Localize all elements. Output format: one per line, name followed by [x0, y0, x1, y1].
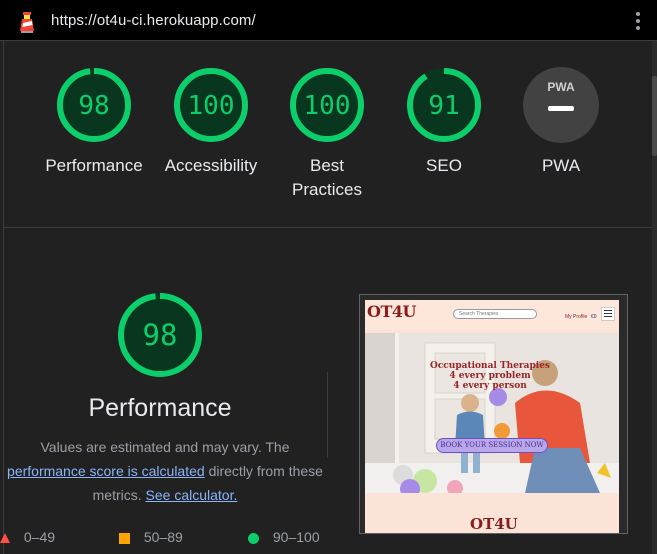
note-text: metrics.: [92, 487, 142, 503]
performance-score: 98: [143, 318, 178, 352]
gauge-label: PWA: [541, 156, 581, 175]
accessibility-gauge: 100: [174, 68, 248, 142]
gauge-label: SEO: [426, 156, 462, 175]
legend-pass: 90–100: [248, 529, 320, 545]
gauge-score: 91: [428, 91, 459, 121]
gauge-label: Best Practices: [272, 154, 382, 202]
site-search-input: Search Therapies: [453, 309, 537, 319]
more-options-icon[interactable]: [634, 12, 642, 32]
gauge-best-practices[interactable]: 100 Best Practices: [272, 65, 382, 202]
scrollbar[interactable]: [652, 41, 657, 554]
note-text: Values are estimated and may vary. The: [40, 439, 290, 455]
gauge-seo[interactable]: 91 SEO: [389, 65, 499, 178]
site-hero: Occupational Therapies 4 every problem 4…: [365, 333, 619, 493]
lighthouse-icon: [20, 12, 34, 33]
pwa-badge-icon: PWA: [523, 67, 599, 143]
gauge-accessibility[interactable]: 100 Accessibility: [156, 65, 266, 178]
legend-label: 90–100: [272, 529, 320, 545]
site-cart: €0: [591, 314, 597, 320]
gauge-score: 100: [304, 91, 351, 121]
site-menu-icon: [601, 307, 615, 321]
gauge-label-line2: Practices: [292, 180, 362, 199]
site-header: OT4U Search Therapies My Profile €0: [365, 300, 619, 330]
gauge-score: 100: [188, 91, 235, 121]
fail-triangle-icon: [0, 533, 10, 544]
performance-title: Performance: [88, 394, 232, 422]
book-session-button: BOOK YOUR SESSION NOW: [436, 438, 548, 453]
hero-line: 4 every person: [453, 381, 527, 391]
section-divider: [4, 227, 652, 228]
gauge-label-line1: Best: [309, 156, 345, 175]
legend-average: 50–89: [119, 529, 183, 545]
vertical-divider: [327, 372, 328, 458]
gauge-performance[interactable]: 98 Performance: [39, 65, 149, 178]
gauge-label: Accessibility: [164, 156, 258, 175]
best-practices-gauge: 100: [290, 68, 364, 142]
hero-heading: Occupational Therapies 4 every problem 4…: [425, 361, 555, 391]
hero-photo: [365, 333, 619, 493]
performance-big-gauge: 98: [115, 290, 205, 385]
final-screenshot[interactable]: OT4U Search Therapies My Profile €0 Occu…: [359, 294, 628, 534]
legend-fail: 0–49: [0, 529, 55, 545]
site-footer-logo: OT4U: [470, 515, 518, 533]
legend-label: 50–89: [143, 529, 183, 545]
address-bar: https://ot4u-ci.herokuapp.com/: [0, 0, 657, 41]
gauge-score: 98: [78, 91, 109, 121]
seo-gauge: 91: [407, 68, 481, 142]
average-square-icon: [119, 532, 130, 544]
score-calculated-link[interactable]: performance score is calculated: [7, 463, 205, 479]
gauge-label: Performance: [45, 156, 143, 175]
legend-label: 0–49: [23, 529, 56, 545]
pass-circle-icon: [248, 532, 259, 544]
score-summary: 98 Performance 100 Accessibility 100 Bes…: [0, 41, 652, 227]
site-preview: OT4U Search Therapies My Profile €0 Occu…: [365, 300, 619, 533]
note-text: directly from these: [208, 463, 323, 479]
see-calculator-link[interactable]: See calculator.: [146, 487, 238, 503]
hero-line: Occupational Therapies: [429, 361, 551, 371]
url-text[interactable]: https://ot4u-ci.herokuapp.com/: [51, 12, 256, 29]
performance-gauge: 98: [57, 68, 131, 142]
pwa-badge-text: PWA: [547, 80, 575, 94]
gauge-pwa[interactable]: PWA PWA: [506, 65, 616, 178]
performance-note: Values are estimated and may vary. The p…: [0, 435, 330, 507]
site-logo: OT4U: [367, 302, 416, 321]
site-profile-link: My Profile: [565, 314, 588, 320]
hero-line: 4 every problem: [449, 371, 531, 381]
